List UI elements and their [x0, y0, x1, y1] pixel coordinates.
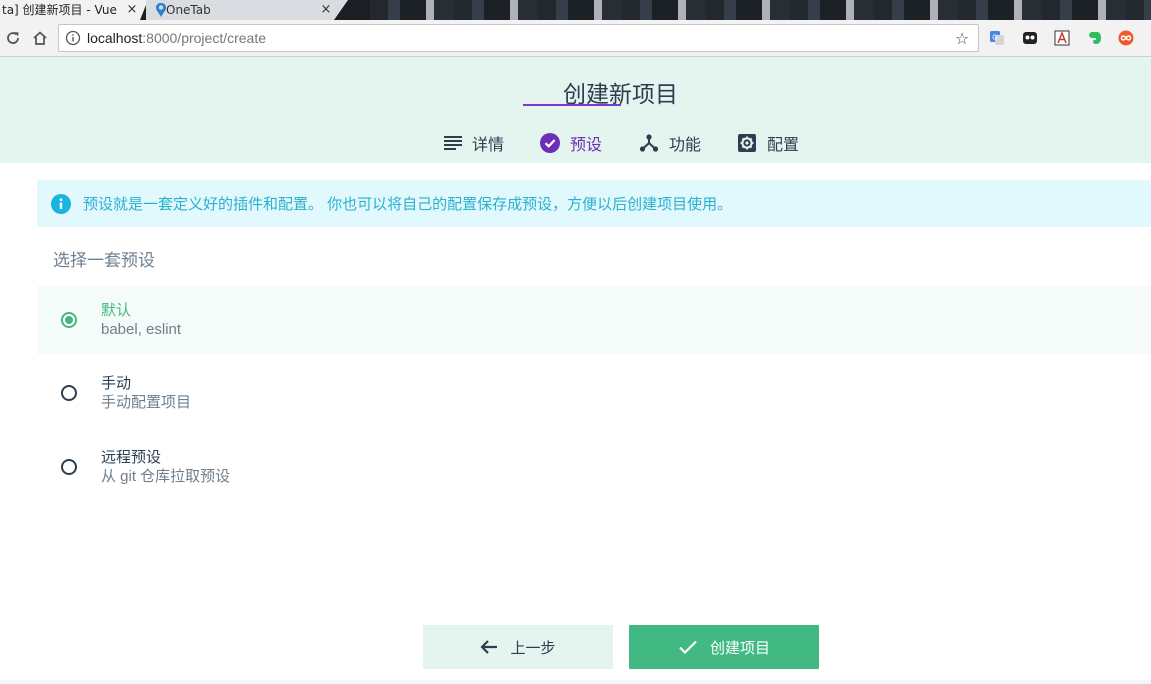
browser-tab-strip: ta] 创建新项目 - Vue × OneTab ×	[0, 0, 1151, 20]
option-text: 远程预设 从 git 仓库拉取预设	[101, 448, 230, 486]
extension-icon	[1023, 32, 1037, 44]
create-project-button-label: 创建项目	[709, 639, 770, 657]
infinity-extension-button[interactable]	[1116, 28, 1136, 48]
tab-title: ta] 创建新项目 - Vue	[2, 3, 117, 17]
option-text: 手动 手动配置项目	[101, 374, 191, 412]
preset-option-default[interactable]: 默认 babel, eslint	[37, 286, 1151, 354]
step-tabs: 详情 预设 功能 配置	[0, 123, 1151, 163]
option-text: 默认 babel, eslint	[101, 301, 181, 339]
section-title: 选择一套预设	[53, 251, 155, 270]
check-icon	[679, 640, 697, 655]
site-info-icon[interactable]	[65, 30, 81, 46]
tab-features[interactable]: 功能	[639, 123, 701, 163]
translate-icon: G	[990, 31, 1004, 45]
font-extension-button[interactable]	[1052, 28, 1072, 48]
evernote-icon	[1089, 32, 1101, 44]
tab-label: 功能	[669, 137, 702, 154]
check-circle-icon	[540, 133, 560, 153]
previous-button-label: 上一步	[510, 639, 556, 657]
url-host: localhost	[87, 30, 143, 46]
close-icon[interactable]: ×	[318, 1, 334, 19]
tab-details[interactable]: 详情	[444, 123, 504, 163]
font-icon	[1054, 30, 1070, 46]
reload-icon	[7, 32, 19, 44]
close-icon[interactable]: ×	[124, 1, 140, 19]
url-path: :8000/project/create	[142, 30, 267, 46]
evernote-extension-button[interactable]	[1085, 28, 1105, 48]
info-banner: 预设就是一套定义好的插件和配置。 你也可以将自己的配置保存成预设，方便以后创建项…	[37, 180, 1151, 227]
svg-text:G: G	[992, 35, 997, 42]
tab-presets[interactable]: 预设	[540, 123, 602, 163]
reload-button[interactable]	[3, 28, 23, 48]
create-project-button[interactable]: 创建项目	[629, 625, 819, 669]
info-text: 预设就是一套定义好的插件和配置。 你也可以将自己的配置保存成预设，方便以后创建项…	[83, 196, 733, 213]
radio-button[interactable]	[61, 312, 77, 328]
radio-button[interactable]	[61, 385, 77, 401]
tab-label: 预设	[570, 137, 603, 154]
tab-label: 配置	[767, 137, 800, 154]
home-icon	[33, 31, 47, 45]
radio-button[interactable]	[61, 459, 77, 475]
info-icon	[51, 193, 71, 214]
preset-option-remote[interactable]: 远程预设 从 git 仓库拉取预设	[37, 433, 1151, 501]
onetab-favicon-icon	[156, 3, 166, 17]
translate-extension-button[interactable]: G	[987, 28, 1007, 48]
preset-option-manual[interactable]: 手动 手动配置项目	[37, 359, 1151, 427]
infinity-icon	[1118, 30, 1134, 46]
app-header: 创建新项目 详情 预设 功能 配置	[0, 57, 1151, 163]
option-description: 手动配置项目	[101, 394, 192, 411]
list-icon	[444, 136, 462, 150]
tab-edge	[334, 0, 348, 20]
tab-label: 详情	[472, 137, 505, 154]
option-name: 远程预设	[101, 449, 162, 466]
address-bar[interactable]: localhost:8000/project/create ☆	[58, 24, 979, 52]
active-tab-indicator	[523, 104, 621, 106]
url-text: localhost:8000/project/create	[87, 30, 952, 46]
home-button[interactable]	[30, 28, 50, 48]
browser-toolbar: localhost:8000/project/create ☆ G	[0, 20, 1151, 57]
tab-config[interactable]: 配置	[737, 123, 799, 163]
option-description: 从 git 仓库拉取预设	[101, 468, 231, 485]
option-description: babel, eslint	[101, 321, 182, 338]
option-name: 手动	[101, 375, 132, 392]
arrow-left-icon	[480, 640, 498, 654]
tabstrip-background	[370, 0, 1151, 20]
previous-button[interactable]: 上一步	[423, 625, 613, 669]
bookmark-star-icon[interactable]: ☆	[952, 29, 972, 48]
footer-divider	[0, 680, 1151, 684]
tab-title: OneTab	[166, 3, 211, 17]
extension-button[interactable]	[1020, 28, 1040, 48]
gear-icon	[738, 134, 756, 152]
browser-tab-vue[interactable]: ta] 创建新项目 - Vue ×	[0, 0, 140, 20]
option-name: 默认	[101, 302, 132, 319]
browser-tab-onetab[interactable]: OneTab ×	[146, 0, 334, 20]
fork-icon	[639, 134, 659, 152]
